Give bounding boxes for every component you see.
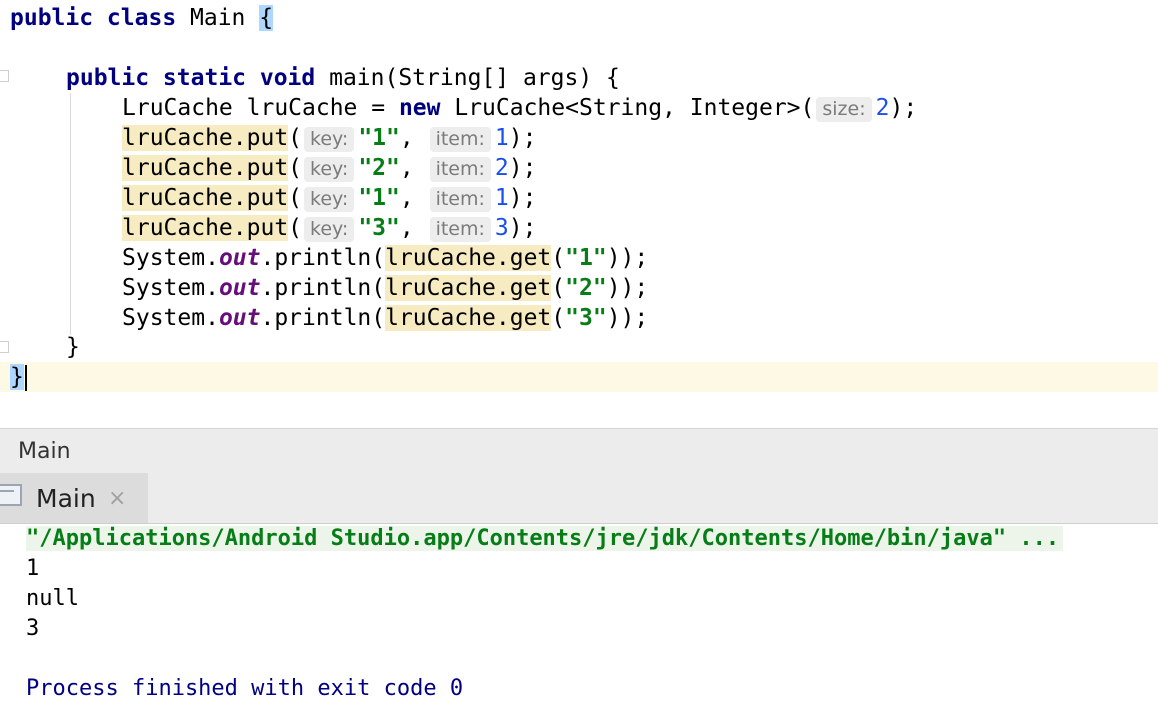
code-line-main-decl[interactable]: public static void main(String[] args) { [66, 63, 620, 93]
punctuation: ( [288, 155, 303, 181]
string-literal: "1" [565, 245, 607, 271]
parameter-hint: key: [304, 157, 355, 182]
class-ref: System. [122, 305, 219, 331]
indent-guide [70, 93, 71, 335]
code-line-println[interactable]: System.out.println(lruCache.get("3")); [122, 303, 648, 333]
punctuation: ); [508, 125, 537, 151]
console-icon [0, 484, 22, 506]
number-literal: 2 [494, 155, 509, 181]
string-literal: "3" [565, 305, 607, 331]
code-line-class-decl[interactable]: public class Main { [10, 3, 274, 33]
method-call: lruCache.put [122, 185, 289, 211]
code-line-println[interactable]: System.out.println(lruCache.get("1")); [122, 243, 648, 273]
punctuation: ); [508, 155, 537, 181]
run-tool-window-header: Main [0, 428, 1158, 474]
punctuation: ( [288, 125, 303, 151]
parameter-hint: key: [304, 127, 355, 152]
method-call: .println( [260, 275, 386, 301]
number-literal: 3 [494, 215, 509, 241]
keyword: public class [10, 5, 177, 31]
current-line-highlight [0, 362, 1158, 392]
punctuation: ( [551, 275, 566, 301]
java-command: "/Applications/Android Studio.app/Conten… [26, 526, 1064, 551]
number-literal: 2 [875, 95, 890, 121]
punctuation: )); [606, 245, 649, 271]
run-tab-main[interactable]: Main × [0, 473, 148, 523]
class-ref: System. [122, 245, 219, 271]
declaration: LruCache lruCache = [122, 95, 399, 121]
keyword: new [398, 95, 441, 121]
static-field: out [218, 305, 261, 331]
parameter-hint: item: [429, 217, 491, 242]
parameter-hint: key: [304, 187, 355, 212]
code-editor[interactable]: public class Main { public static void m… [0, 0, 1158, 428]
string-literal: "1" [358, 125, 400, 151]
method-call: lruCache.put [122, 215, 289, 241]
run-tab-bar: Main × [0, 473, 1158, 524]
punctuation: , [399, 215, 414, 241]
closing-brace: } [66, 334, 80, 360]
parameter-hint: key: [304, 217, 355, 242]
static-field: out [218, 275, 261, 301]
method-call: .println( [260, 245, 386, 271]
method-call: lruCache.get [385, 275, 552, 301]
string-literal: "2" [565, 275, 607, 301]
punctuation: )); [606, 275, 649, 301]
code-line-put[interactable]: lruCache.put(key: "1", item: 1); [122, 123, 536, 153]
punctuation: , [399, 185, 414, 211]
code-line-close-method[interactable]: } [66, 332, 80, 362]
punctuation: , [399, 125, 414, 151]
number-literal: 1 [494, 185, 509, 211]
code-line-lrucache-new[interactable]: LruCache lruCache = new LruCache<String,… [122, 93, 917, 123]
method-call: lruCache.get [385, 245, 552, 271]
string-literal: "2" [358, 155, 400, 181]
number-literal: 1 [494, 125, 509, 151]
run-panel-title: Main [18, 439, 71, 464]
parameter-hint: item: [429, 187, 491, 212]
console-output[interactable]: "/Applications/Android Studio.app/Conten… [0, 524, 1158, 724]
method-call: lruCache.get [385, 305, 552, 331]
method-signature: main(String[] args) { [315, 65, 620, 91]
console-output-line: 3 [26, 616, 40, 641]
string-literal: "1" [358, 185, 400, 211]
punctuation: ( [288, 215, 303, 241]
punctuation: ( [551, 305, 566, 331]
run-tab-label: Main [36, 484, 96, 513]
code-line-put[interactable]: lruCache.put(key: "2", item: 2); [122, 153, 536, 183]
code-line-println[interactable]: System.out.println(lruCache.get("2")); [122, 273, 648, 303]
matched-brace: { [259, 5, 274, 31]
console-output-line: 1 [26, 556, 40, 581]
text-caret [24, 364, 27, 391]
class-name: Main [176, 5, 260, 31]
punctuation: , [399, 155, 414, 181]
method-call: .println( [260, 305, 386, 331]
punctuation: ); [508, 215, 537, 241]
string-literal: "3" [358, 215, 400, 241]
punctuation: ( [551, 245, 566, 271]
code-line-close-class[interactable]: } [10, 362, 27, 392]
keyword: public static void [66, 65, 316, 91]
fold-end-icon[interactable] [0, 341, 9, 353]
fold-icon[interactable] [0, 70, 9, 82]
parameter-hint: item: [429, 157, 491, 182]
punctuation: ); [889, 95, 918, 121]
punctuation: ); [508, 185, 537, 211]
punctuation: )); [606, 305, 649, 331]
parameter-hint: item: [429, 127, 491, 152]
static-field: out [218, 245, 261, 271]
code-line-put[interactable]: lruCache.put(key: "1", item: 1); [122, 183, 536, 213]
parameter-hint: size: [816, 97, 872, 122]
method-call: lruCache.put [122, 125, 289, 151]
class-ref: System. [122, 275, 219, 301]
exit-message: Process finished with exit code 0 [26, 676, 464, 701]
console-command-line: "/Applications/Android Studio.app/Conten… [26, 524, 1064, 554]
close-icon[interactable]: × [108, 486, 126, 511]
method-call: lruCache.put [122, 155, 289, 181]
constructor-call: LruCache<String, Integer>( [440, 95, 815, 121]
console-output-line: null [26, 586, 79, 611]
code-line-put[interactable]: lruCache.put(key: "3", item: 3); [122, 213, 536, 243]
punctuation: ( [288, 185, 303, 211]
matched-brace: } [10, 364, 24, 390]
